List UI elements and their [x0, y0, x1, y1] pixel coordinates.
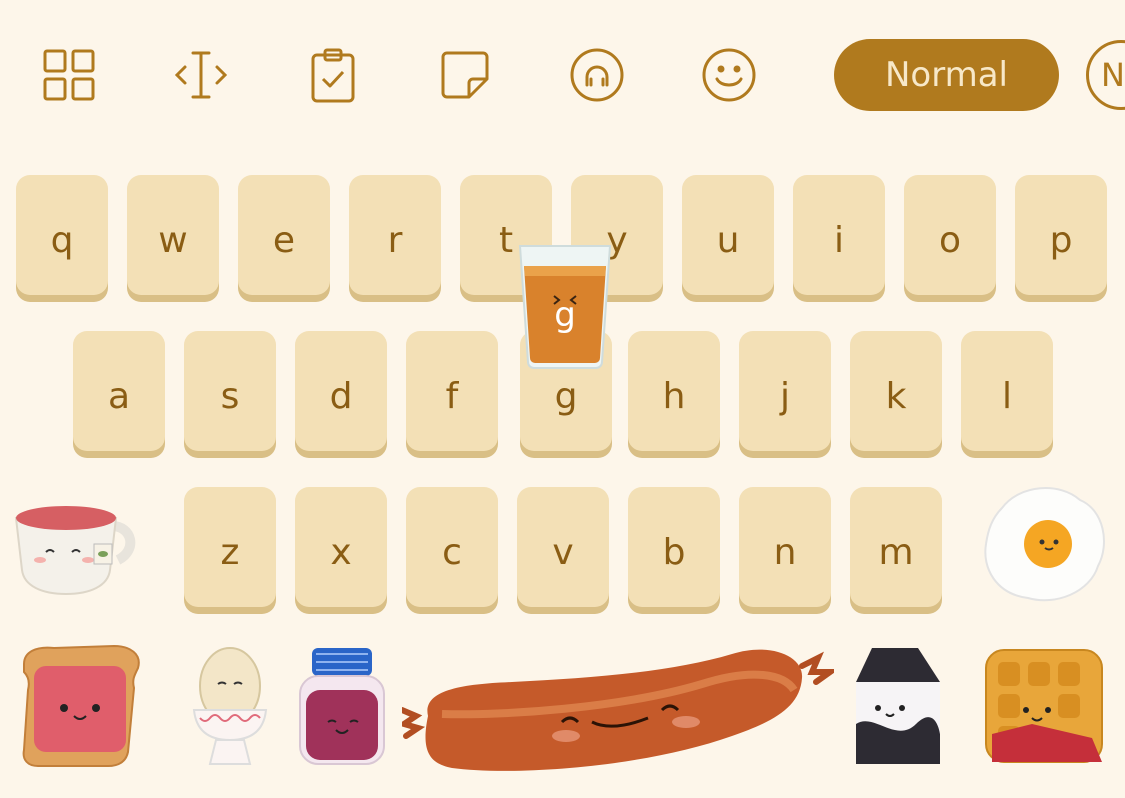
key-label: c [442, 531, 462, 573]
popup-label: g [554, 295, 576, 335]
voice-icon[interactable] [566, 44, 628, 106]
fried-egg-sticker [982, 484, 1108, 606]
key-label: h [662, 375, 686, 417]
key-preview-popup: g [516, 240, 614, 370]
grid-icon[interactable] [38, 44, 100, 106]
key-q[interactable]: q [16, 175, 108, 295]
key-label: s [220, 375, 240, 417]
key-label: z [220, 531, 240, 573]
key-label: r [387, 219, 403, 261]
key-label: f [445, 375, 459, 417]
key-v[interactable]: v [517, 487, 609, 607]
key-label: d [329, 375, 353, 417]
key-label: k [885, 375, 907, 417]
key-w[interactable]: w [127, 175, 219, 295]
emoji-icon[interactable] [698, 44, 760, 106]
key-label: n [773, 531, 797, 573]
key-b[interactable]: b [628, 487, 720, 607]
key-j[interactable]: j [739, 331, 831, 451]
tea-cup-sticker [12, 496, 140, 596]
key-c[interactable]: c [406, 487, 498, 607]
key-label: p [1049, 219, 1073, 261]
key-r[interactable]: r [349, 175, 441, 295]
key-k[interactable]: k [850, 331, 942, 451]
key-n[interactable]: n [739, 487, 831, 607]
key-p[interactable]: p [1015, 175, 1107, 295]
key-label: j [779, 375, 790, 417]
clipboard-icon[interactable] [302, 44, 364, 106]
key-label: m [878, 531, 914, 573]
key-d[interactable]: d [295, 331, 387, 451]
key-o[interactable]: o [904, 175, 996, 295]
key-label: v [552, 531, 574, 573]
boiled-egg-sticker [190, 644, 270, 768]
key-label: t [498, 219, 514, 261]
waffle-sticker [982, 644, 1108, 768]
key-f[interactable]: f [406, 331, 498, 451]
mode-circle-button[interactable]: N [1086, 40, 1125, 110]
key-label: g [554, 375, 578, 417]
jam-toast-sticker [16, 644, 142, 768]
milk-carton-sticker [848, 644, 944, 768]
key-x[interactable]: x [295, 487, 387, 607]
key-h[interactable]: h [628, 331, 720, 451]
mode-toggle-button[interactable]: Normal [834, 39, 1059, 111]
key-m[interactable]: m [850, 487, 942, 607]
key-label: o [938, 219, 962, 261]
key-label: l [1001, 375, 1012, 417]
key-label: a [107, 375, 131, 417]
key-label: b [662, 531, 686, 573]
key-label: w [158, 219, 188, 261]
key-s[interactable]: s [184, 331, 276, 451]
text-cursor-icon[interactable] [170, 44, 232, 106]
key-label: i [833, 219, 844, 261]
key-a[interactable]: a [73, 331, 165, 451]
key-l[interactable]: l [961, 331, 1053, 451]
key-e[interactable]: e [238, 175, 330, 295]
key-label: u [716, 219, 740, 261]
key-label: e [272, 219, 296, 261]
key-label: x [330, 531, 352, 573]
sausage-sticker [396, 646, 840, 774]
key-label: q [50, 219, 74, 261]
jam-jar-sticker [294, 644, 390, 768]
key-z[interactable]: z [184, 487, 276, 607]
key-i[interactable]: i [793, 175, 885, 295]
key-u[interactable]: u [682, 175, 774, 295]
sticker-icon[interactable] [434, 44, 496, 106]
